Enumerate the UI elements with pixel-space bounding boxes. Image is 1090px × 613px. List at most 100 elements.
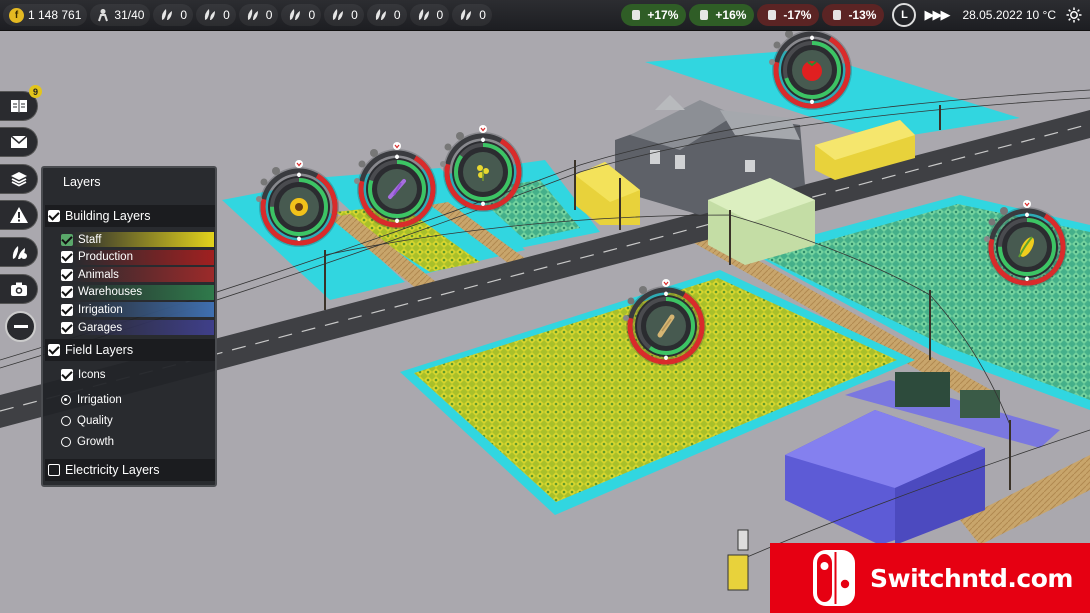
layer-checkbox[interactable]	[61, 233, 73, 246]
icons-label: Icons	[78, 368, 106, 381]
resource-counter[interactable]: 0	[324, 4, 364, 26]
money-display[interactable]: f 1 148 761	[3, 4, 88, 26]
sun-icon	[1066, 7, 1082, 23]
layer-label: Staff	[78, 233, 102, 246]
tomato-icon	[802, 61, 822, 81]
notification-badge: 9	[29, 85, 42, 98]
coin-icon: f	[9, 7, 24, 23]
layer-checkbox[interactable]	[61, 251, 73, 264]
electricity-layers-checkbox[interactable]	[48, 464, 60, 476]
workers-value: 31/40	[114, 8, 145, 22]
resource-counter[interactable]: 0	[238, 4, 279, 26]
speed-label: L	[901, 9, 908, 21]
messages-button[interactable]	[0, 127, 38, 157]
field-option-quality[interactable]: Quality	[61, 413, 214, 428]
building-layer-staff[interactable]: Staff	[61, 232, 214, 247]
workers-display[interactable]: 31/40	[90, 4, 151, 26]
building-layers-checkbox[interactable]	[48, 210, 60, 222]
layer-checkbox[interactable]	[61, 321, 73, 334]
field-option-growth[interactable]: Growth	[61, 434, 214, 449]
market-trend[interactable]: -13%	[822, 4, 885, 26]
market-trend[interactable]: -17%	[757, 4, 820, 26]
seed-icon	[461, 9, 472, 20]
resource-counter[interactable]: 0	[366, 4, 407, 26]
resource-value: 0	[223, 8, 230, 22]
resource-counter[interactable]: 0	[281, 4, 322, 26]
icons-toggle[interactable]: Icons	[61, 367, 214, 382]
building-layer-irrigation[interactable]: Irrigation	[61, 302, 214, 318]
seed-icon	[375, 9, 386, 20]
market-trend[interactable]: +16%	[689, 4, 755, 26]
sunflower-icon	[290, 198, 308, 216]
building-layer-warehouses[interactable]: Warehouses	[61, 284, 214, 300]
growth-option-label: Growth	[77, 435, 115, 448]
layers-panel: Layers Building Layers Staff Production An…	[41, 166, 217, 487]
resource-value: 0	[479, 8, 486, 22]
collapse-button[interactable]	[5, 311, 36, 342]
crops-button[interactable]	[0, 237, 38, 267]
electricity-layers-toggle[interactable]: Electricity Layers	[45, 459, 215, 481]
building-layers-label: Building Layers	[65, 209, 151, 223]
game-speed-button[interactable]: L	[892, 3, 917, 27]
quality-option-label: Quality	[77, 414, 113, 427]
field-layers-checkbox[interactable]	[48, 344, 60, 356]
crops-icon	[12, 246, 27, 259]
trend-value: -13%	[848, 8, 877, 22]
camera-button[interactable]	[0, 274, 38, 304]
seed-icon	[333, 9, 344, 20]
resource-value: 0	[308, 8, 316, 22]
growth-radio[interactable]	[61, 436, 71, 447]
switch-logo-icon	[813, 550, 855, 606]
mail-icon	[10, 135, 27, 148]
seed-icon	[247, 9, 258, 20]
layer-checkbox[interactable]	[61, 303, 73, 316]
resource-counter[interactable]: 0	[153, 4, 194, 26]
layer-checkbox[interactable]	[61, 268, 73, 281]
resource-counter[interactable]: 0	[409, 4, 450, 26]
market-trend[interactable]: +17%	[621, 4, 687, 26]
layers-button[interactable]	[0, 164, 38, 194]
electricity-layers-label: Electricity Layers	[65, 463, 160, 477]
building-layer-production[interactable]: Production	[61, 249, 214, 265]
fast-forward-button[interactable]: ▶▶▶	[924, 7, 950, 23]
crop-trend-icon	[700, 10, 709, 20]
watermark-banner: Switchntd.com	[770, 543, 1090, 613]
resource-value: 0	[351, 8, 358, 22]
field-layers-toggle[interactable]: Field Layers	[45, 339, 215, 361]
resource-value: 0	[436, 8, 444, 22]
resource-value: 0	[265, 8, 273, 22]
building-layer-garages[interactable]: Garages	[61, 320, 214, 335]
field-layers-label: Field Layers	[65, 343, 134, 357]
layer-label: Animals	[78, 268, 119, 281]
layer-label: Garages	[78, 321, 123, 334]
resource-value: 0	[393, 8, 401, 22]
trend-value: +16%	[715, 8, 747, 22]
irrigation-option-label: Irrigation	[77, 393, 122, 406]
field-option-irrigation[interactable]: Irrigation	[61, 392, 214, 407]
icons-checkbox[interactable]	[61, 368, 73, 381]
watermark-text: Switchntd.com	[870, 563, 1073, 593]
layer-label: Warehouses	[78, 286, 143, 299]
layer-checkbox[interactable]	[61, 286, 73, 299]
building-layer-animals[interactable]: Animals	[61, 267, 214, 283]
meat-trend-icon	[768, 10, 777, 20]
quality-radio[interactable]	[61, 415, 71, 426]
layer-label: Production	[78, 251, 133, 264]
trend-value: -17%	[783, 8, 812, 22]
trend-value: +17%	[647, 8, 679, 22]
wool-trend-icon	[833, 10, 842, 20]
money-value: 1 148 761	[28, 8, 82, 22]
resource-counter[interactable]: 0	[196, 4, 236, 26]
alerts-button[interactable]	[0, 200, 38, 230]
building-layers-toggle[interactable]: Building Layers	[45, 205, 215, 227]
layer-label: Irrigation	[78, 303, 123, 316]
seed-icon	[418, 9, 429, 20]
minus-icon	[13, 325, 28, 328]
book-icon	[10, 100, 27, 113]
milk-trend-icon	[632, 10, 641, 20]
date-weather: 28.05.2022 10 °C	[962, 8, 1056, 22]
top-status-bar: f 1 148 761 31/40 0 0 0 0 0 0 0 0 +17% +16% -17% -…	[0, 0, 1090, 31]
worker-icon	[98, 9, 109, 22]
irrigation-radio[interactable]	[61, 394, 71, 405]
resource-counter[interactable]: 0	[452, 4, 492, 26]
